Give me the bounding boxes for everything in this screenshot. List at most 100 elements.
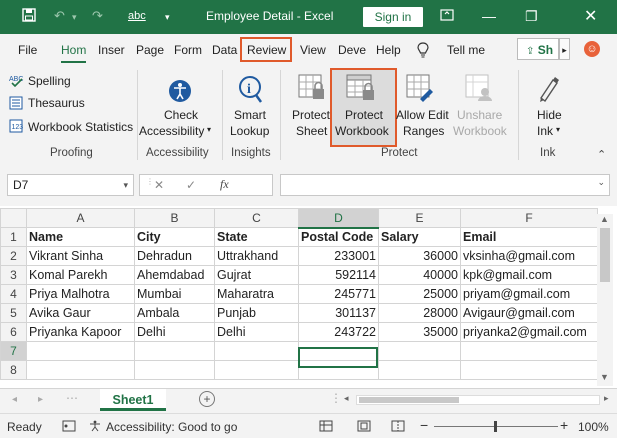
cell-c7[interactable] [214,341,299,361]
column-header-c[interactable]: C [214,208,299,228]
feedback-smiley-icon[interactable]: ☺ [584,41,600,57]
zoom-in-icon[interactable]: + [560,417,568,433]
cancel-icon[interactable]: ✕ [154,178,164,192]
cell-f6[interactable]: priyanka2@gmail.com [460,322,598,342]
scroll-right-icon[interactable]: ▸ [604,393,609,404]
undo-dropdown-icon[interactable]: ▾ [72,12,77,23]
scroll-down-icon[interactable]: ▼ [600,372,609,382]
cell-e6[interactable]: 35000 [378,322,461,342]
row-header-7[interactable]: 7 [0,341,27,361]
cell-e5[interactable]: 28000 [378,303,461,323]
accessibility-status[interactable]: Accessibility: Good to go [106,420,237,434]
ribbon-display-options-icon[interactable] [440,8,454,25]
smart-lookup-line1[interactable]: Smart [234,108,266,122]
column-header-b[interactable]: B [134,208,215,228]
cell-d1[interactable]: Postal Code [298,227,379,247]
column-header-f[interactable]: F [460,208,598,228]
cell-a8[interactable] [26,360,135,380]
hide-ink-line1[interactable]: Hide [537,108,562,122]
cell-e7[interactable] [378,341,461,361]
tab-home[interactable]: Hom [61,43,87,63]
cell-d2[interactable]: 233001 [298,246,379,266]
allow-edit-ranges-line1[interactable]: Allow Edit [396,108,449,122]
cell-f2[interactable]: vksinha@gmail.com [460,246,598,266]
column-header-d[interactable]: D [298,208,379,229]
formula-input[interactable]: ⌄ [280,174,610,196]
cell-f1[interactable]: Email [460,227,598,247]
hide-ink-dropdown-icon[interactable]: ▾ [556,125,560,134]
tab-split-handle-icon[interactable]: ⋮ [330,391,342,405]
cell-a4[interactable]: Priya Malhotra [26,284,135,304]
zoom-slider[interactable] [434,421,558,432]
cell-c1[interactable]: State [214,227,299,247]
row-header-8[interactable]: 8 [0,360,27,380]
new-sheet-button[interactable]: + [199,391,215,407]
cell-a5[interactable]: Avika Gaur [26,303,135,323]
tab-file[interactable]: File [18,43,37,57]
cell-f8[interactable] [460,360,598,380]
cell-c2[interactable]: Uttrakhand [214,246,299,266]
cell-e3[interactable]: 40000 [378,265,461,285]
cell-a7[interactable] [26,341,135,361]
minimize-icon[interactable]: — [482,8,496,24]
cell-b3[interactable]: Ahemdabad [134,265,215,285]
protect-sheet-line1[interactable]: Protect [292,108,330,122]
column-header-a[interactable]: A [26,208,135,228]
cell-b5[interactable]: Ambala [134,303,215,323]
save-icon[interactable] [22,8,36,25]
page-layout-view-icon[interactable] [357,420,371,435]
scroll-up-icon[interactable]: ▲ [600,214,609,224]
cell-c3[interactable]: Gujrat [214,265,299,285]
page-break-view-icon[interactable] [391,420,405,435]
cell-e4[interactable]: 25000 [378,284,461,304]
smart-lookup-line2[interactable]: Lookup [230,124,269,138]
tab-page-layout[interactable]: Page [136,43,164,57]
horizontal-scrollbar[interactable] [356,395,600,405]
allow-edit-ranges-line2[interactable]: Ranges [403,124,444,138]
cell-d8[interactable] [298,360,379,380]
cell-d5[interactable]: 301137 [298,303,379,323]
insert-function-icon[interactable]: fx [220,177,229,192]
collapse-ribbon-icon[interactable]: ⌃ [597,148,606,161]
enter-icon[interactable]: ✓ [186,178,196,192]
next-sheet-icon[interactable]: ▸ [38,394,43,405]
row-header-1[interactable]: 1 [0,227,27,247]
tab-view[interactable]: View [300,43,326,57]
cell-a6[interactable]: Priyanka Kapoor [26,322,135,342]
row-header-4[interactable]: 4 [0,284,27,304]
sheet-tab-sheet1[interactable]: Sheet1 [100,389,166,411]
tab-scroll-right-icon[interactable]: ▸ [559,38,570,60]
cell-c6[interactable]: Delhi [214,322,299,342]
check-accessibility-line1[interactable]: Check [164,108,198,122]
scroll-thumb[interactable] [600,228,610,282]
horizontal-scroll-thumb[interactable] [359,397,459,403]
sign-in-button[interactable]: Sign in [363,7,423,27]
check-accessibility-dropdown-icon[interactable]: ▾ [207,125,211,134]
protect-sheet-line2[interactable]: Sheet [296,124,327,138]
name-box[interactable]: D7 ▾ [7,174,134,196]
undo-icon[interactable]: ↶ [54,8,65,24]
cell-c8[interactable] [214,360,299,380]
cell-d3[interactable]: 592114 [298,265,379,285]
protect-workbook-line2[interactable]: Workbook [335,124,389,138]
tell-me-search[interactable]: Tell me [447,43,485,57]
tab-help[interactable]: Help [376,43,401,57]
cell-f3[interactable]: kpk@gmail.com [460,265,598,285]
spelling-quick-icon[interactable]: abc [128,10,146,22]
cell-b7[interactable] [134,341,215,361]
tab-data[interactable]: Data [212,43,239,57]
cell-b8[interactable] [134,360,215,380]
previous-sheet-icon[interactable]: ◂ [12,394,17,405]
cell-c4[interactable]: Maharatra [214,284,299,304]
row-header-6[interactable]: 6 [0,322,27,342]
cell-e2[interactable]: 36000 [378,246,461,266]
vertical-scrollbar[interactable]: ▲ ▼ [597,214,613,386]
tab-developer[interactable]: Deve [338,43,366,57]
worksheet-grid[interactable]: A B C D E F 1 Name City State Postal Code Salary Ema… [0,206,617,388]
cell-f4[interactable]: priyam@gmail.com [460,284,598,304]
cell-d7[interactable] [298,341,379,361]
tab-insert[interactable]: Inser [98,43,125,57]
thesaurus-button[interactable]: Thesaurus [28,96,85,110]
cell-d6[interactable]: 243722 [298,322,379,342]
hide-ink-line2[interactable]: Ink [537,124,553,138]
